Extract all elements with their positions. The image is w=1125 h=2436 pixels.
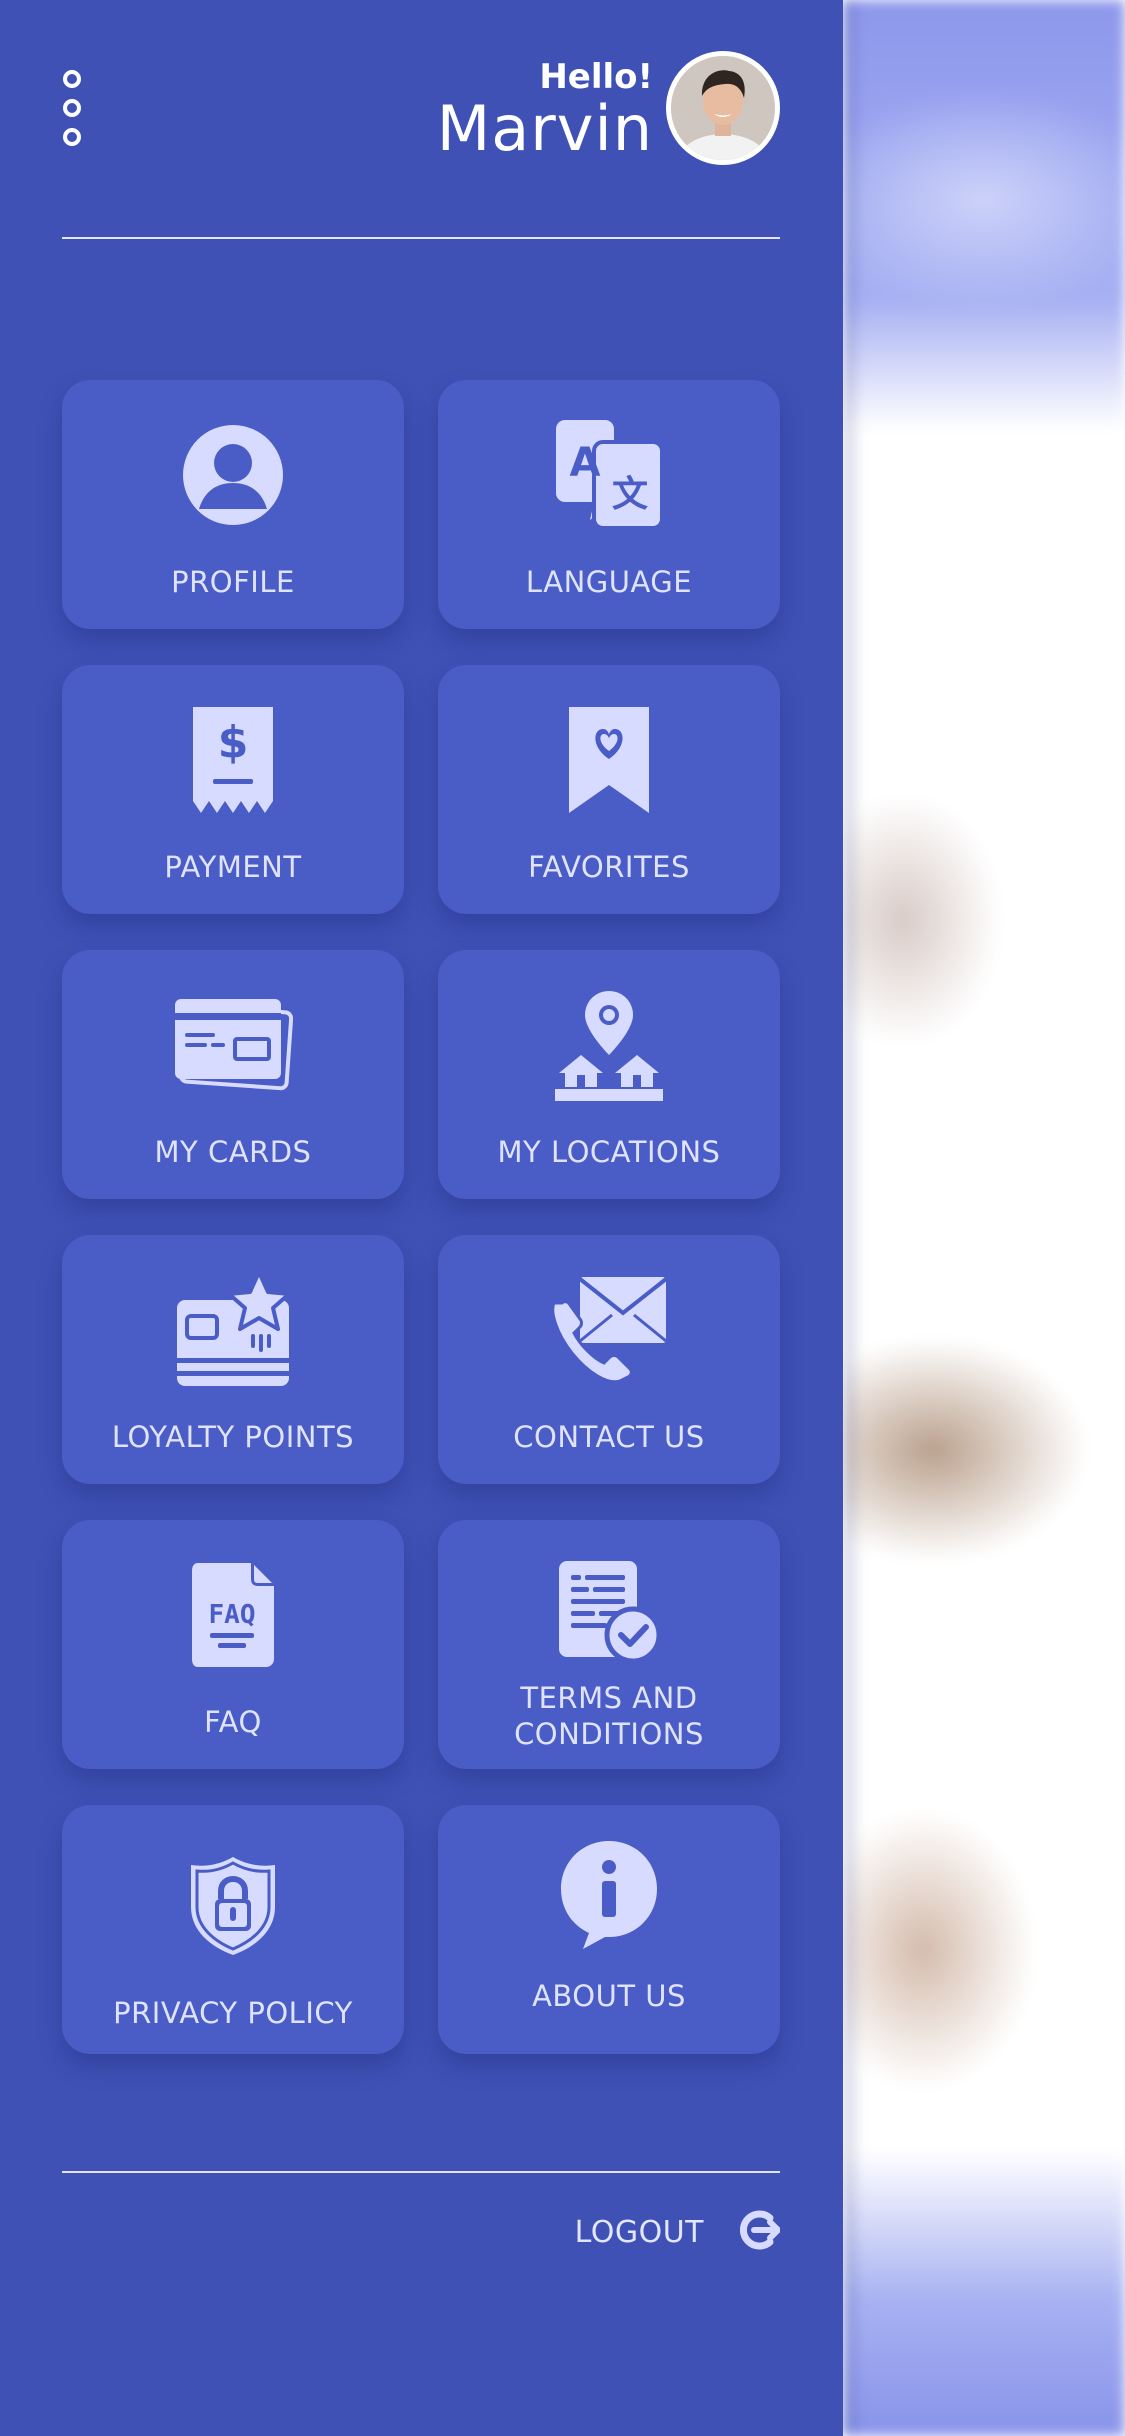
blurred-background[interactable]	[843, 0, 1125, 2436]
menu-tile-my-locations[interactable]: MY LOCATIONS	[438, 950, 780, 1199]
menu-tile-label: LOYALTY POINTS	[111, 1420, 355, 1454]
credit-cards-icon	[173, 990, 293, 1100]
menu-tile-profile[interactable]: PROFILE	[62, 380, 404, 629]
menu-tile-payment[interactable]: $ PAYMENT	[62, 665, 404, 914]
menu-tile-label: FAVORITES	[528, 850, 690, 884]
user-greeting: Hello! Marvin	[437, 58, 653, 162]
menu-tile-privacy-policy[interactable]: PRIVACY POLICY	[62, 1805, 404, 2054]
footer-divider	[62, 2171, 780, 2173]
navigation-drawer: Hello! Marvin PROFILE A 文 LANGUAGE $ PAY…	[0, 0, 843, 2436]
label-line-1: TERMS AND	[520, 1681, 698, 1715]
receipt-dollar-icon: $	[173, 705, 293, 815]
svg-text:文: 文	[612, 474, 648, 515]
menu-tile-label: PRIVACY POLICY	[113, 1996, 353, 2030]
menu-tile-label: MY LOCATIONS	[497, 1135, 721, 1169]
avatar-photo	[671, 56, 775, 160]
bookmark-heart-icon	[549, 705, 669, 815]
menu-tile-label: LANGUAGE	[525, 565, 693, 599]
svg-text:FAQ: FAQ	[209, 1600, 256, 1630]
menu-dot	[63, 99, 81, 117]
menu-tile-contact-us[interactable]: CONTACT US	[438, 1235, 780, 1484]
label-line-2: CONDITIONS	[514, 1717, 704, 1751]
greeting-text: Hello!	[539, 57, 653, 97]
translate-icon: A 文	[549, 420, 669, 530]
menu-tile-about-us[interactable]: ABOUT US	[438, 1805, 780, 2054]
menu-tile-language[interactable]: A 文 LANGUAGE	[438, 380, 780, 629]
menu-tile-label: PAYMENT	[164, 850, 302, 884]
header-divider	[62, 237, 780, 239]
menu-tile-label: CONTACT US	[513, 1420, 705, 1454]
menu-dot	[63, 70, 81, 88]
logout-button[interactable]: LOGOUT	[574, 2210, 781, 2255]
logout-label: LOGOUT	[574, 2215, 704, 2250]
user-name: Marvin	[436, 92, 653, 165]
card-star-icon	[173, 1272, 293, 1386]
menu-tile-my-cards[interactable]: MY CARDS	[62, 950, 404, 1199]
three-dots-menu-icon[interactable]	[62, 70, 82, 146]
menu-tile-label: PROFILE	[171, 565, 295, 599]
menu-tile-label: TERMS AND CONDITIONS	[448, 1680, 770, 1752]
map-pin-houses-icon	[549, 990, 669, 1101]
menu-tile-label: MY CARDS	[154, 1135, 312, 1169]
document-check-icon	[549, 1556, 669, 1666]
menu-tile-label: FAQ	[204, 1705, 262, 1739]
logout-icon	[739, 2210, 781, 2255]
menu-tile-faq[interactable]: FAQ FAQ	[62, 1520, 404, 1769]
menu-tile-favorites[interactable]: FAVORITES	[438, 665, 780, 914]
menu-tile-loyalty-points[interactable]: LOYALTY POINTS	[62, 1235, 404, 1484]
svg-text:$: $	[218, 717, 249, 768]
svg-text:A: A	[570, 440, 601, 486]
menu-tile-label: ABOUT US	[532, 1979, 686, 2013]
avatar[interactable]	[666, 51, 780, 165]
info-bubble-icon	[549, 1839, 669, 1949]
menu-tile-terms-and-conditions[interactable]: TERMS AND CONDITIONS	[438, 1520, 780, 1769]
menu-grid: PROFILE A 文 LANGUAGE $ PAYMENT FAVORITES…	[62, 380, 780, 2054]
faq-document-icon: FAQ	[173, 1560, 293, 1670]
phone-envelope-icon	[549, 1275, 669, 1385]
shield-lock-icon	[173, 1851, 293, 1961]
menu-dot	[63, 128, 81, 146]
user-circle-icon	[173, 420, 293, 530]
